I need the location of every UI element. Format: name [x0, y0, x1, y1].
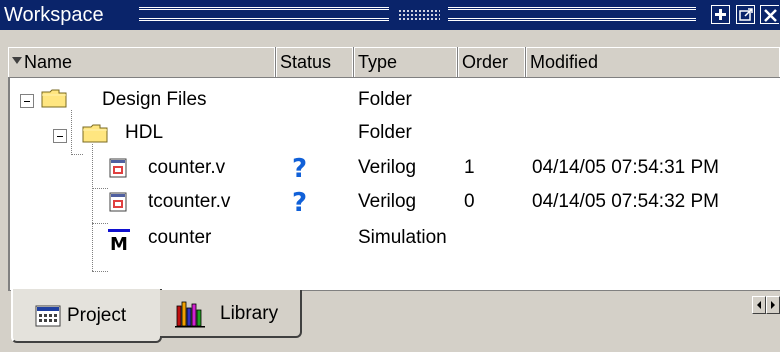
panel-edge	[0, 30, 8, 352]
tree-connector	[92, 271, 108, 272]
row-name: HDL	[125, 122, 164, 143]
column-header-status[interactable]: Status	[276, 47, 354, 77]
plus-icon	[715, 9, 726, 20]
add-pane-button[interactable]	[711, 5, 730, 24]
arrow-right-icon	[771, 301, 775, 309]
tab-library[interactable]: Library	[160, 290, 302, 338]
close-button[interactable]	[760, 5, 779, 24]
row-order: 1	[464, 157, 475, 178]
column-header-order[interactable]: Order	[458, 47, 526, 77]
close-icon	[764, 9, 777, 22]
row-order: 0	[464, 191, 475, 212]
tab-project[interactable]: Project	[11, 289, 162, 343]
column-header-modified[interactable]: Modified	[526, 47, 780, 77]
tree-connector	[92, 144, 93, 271]
undock-icon	[739, 8, 753, 21]
row-modified: 04/14/05 07:54:31 PM	[532, 157, 719, 178]
workspace-titlebar[interactable]: Workspace	[0, 0, 780, 30]
row-type: Simulation	[358, 227, 447, 248]
undock-button[interactable]	[736, 5, 755, 24]
window-title: Workspace	[4, 4, 104, 26]
tree-connector	[92, 223, 108, 224]
project-icon	[35, 305, 61, 327]
scroll-left-button[interactable]	[752, 296, 766, 314]
folder-icon	[82, 124, 108, 143]
sort-arrow-icon[interactable]	[12, 57, 22, 64]
row-modified: 04/14/05 07:54:32 PM	[532, 191, 719, 212]
column-header-row: Name Status Type Order Modified	[8, 47, 780, 78]
row-name: Design Files	[102, 89, 207, 110]
simulation-icon: M	[108, 229, 130, 252]
tree-connector	[92, 188, 108, 189]
tree-connector	[71, 110, 72, 155]
verilog-file-icon	[109, 192, 127, 212]
row-type: Folder	[358, 122, 412, 143]
column-header-type[interactable]: Type	[354, 47, 458, 77]
library-icon	[175, 301, 205, 328]
column-header-name[interactable]: Name	[8, 47, 276, 77]
project-tree[interactable]: Design Files Folder HDL Folder counter.v…	[8, 78, 780, 290]
tree-connector	[71, 154, 83, 155]
row-type: Verilog	[358, 191, 417, 212]
verilog-file-icon	[109, 158, 127, 178]
tab-project-label: Project	[67, 305, 127, 326]
arrow-left-icon	[757, 301, 761, 309]
tab-library-label: Library	[220, 303, 279, 324]
row-name: counter.v	[148, 157, 226, 178]
titlebar-grip-left	[139, 7, 389, 21]
scroll-right-button[interactable]	[766, 296, 780, 314]
row-name: tcounter.v	[148, 191, 231, 212]
folder-icon	[41, 89, 67, 108]
row-type: Verilog	[358, 157, 417, 178]
status-unknown-icon: ?	[292, 188, 308, 218]
row-name: counter	[148, 227, 212, 248]
status-unknown-icon: ?	[292, 154, 308, 184]
collapse-toggle[interactable]	[20, 94, 34, 108]
collapse-toggle[interactable]	[53, 129, 67, 143]
titlebar-grip-right	[448, 7, 696, 21]
svg-text:M: M	[110, 234, 128, 252]
row-type: Folder	[358, 89, 412, 110]
drag-handle-icon[interactable]	[398, 9, 440, 20]
